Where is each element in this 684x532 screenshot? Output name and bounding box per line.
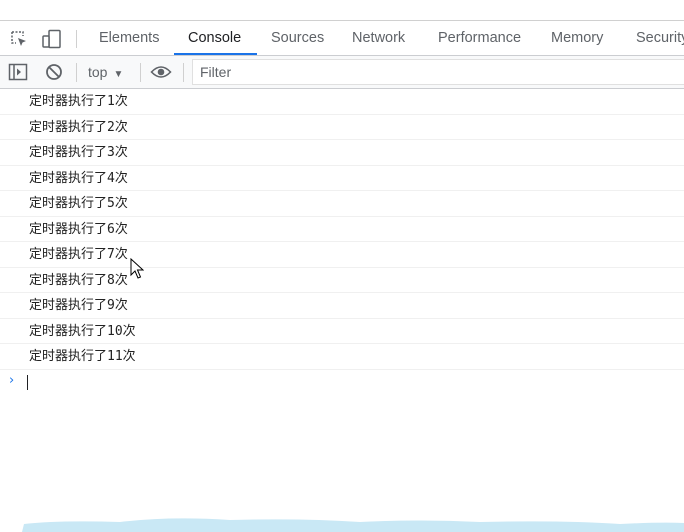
console-message-text: 定时器执行了3次 [29,145,128,160]
console-message-text: 定时器执行了11次 [29,349,136,364]
tab-performance[interactable]: Performance [438,21,521,56]
tab-console[interactable]: Console [188,21,241,56]
clear-console-icon[interactable] [43,62,65,82]
text-caret [27,375,28,390]
filter-input[interactable] [192,59,684,85]
devtools-tab-bar: Elements Console Sources Network Perform… [0,20,684,56]
tab-memory[interactable]: Memory [551,21,603,56]
mouse-pointer-icon [130,258,144,279]
tab-elements[interactable]: Elements [99,21,159,56]
console-message: 定时器执行了6次 [0,217,684,242]
console-message: 定时器执行了3次 [0,140,684,166]
prompt-chevron-icon: › [9,373,15,388]
console-message: 定时器执行了11次 [0,344,684,370]
decorative-wave [22,518,684,532]
tab-security[interactable]: Security [636,21,684,56]
show-sidebar-icon[interactable] [7,62,29,82]
console-message: 定时器执行了4次 [0,166,684,191]
console-message-text: 定时器执行了1次 [29,94,128,109]
console-message: 定时器执行了5次 [0,191,684,217]
console-message: 定时器执行了9次 [0,293,684,319]
live-expression-icon[interactable] [150,62,172,82]
console-message: 定时器执行了10次 [0,319,684,344]
context-label: top [88,64,108,80]
console-message-text: 定时器执行了5次 [29,196,128,211]
tab-bar-divider [76,30,77,48]
console-message: 定时器执行了7次 [0,242,684,268]
console-message-text: 定时器执行了8次 [29,272,128,288]
console-message: 定时器执行了8次 [0,268,684,293]
toolbar-divider [76,63,77,82]
console-message: 定时器执行了1次 [0,89,684,115]
device-toolbar-icon[interactable] [41,29,63,49]
console-message: 定时器执行了2次 [0,115,684,140]
context-selector[interactable]: top ▼ [88,56,123,88]
inspect-element-icon[interactable] [8,29,30,49]
toolbar-divider [183,63,184,82]
dropdown-arrow-icon: ▼ [113,69,124,80]
tab-network[interactable]: Network [352,21,405,56]
console-message-text: 定时器执行了10次 [29,323,136,339]
active-tab-indicator [174,53,257,55]
window-top-area [0,0,684,20]
console-message-text: 定时器执行了6次 [29,221,128,237]
console-message-text: 定时器执行了9次 [29,298,128,313]
console-prompt[interactable]: › [0,370,684,392]
console-message-text: 定时器执行了7次 [29,247,128,262]
console-output: 定时器执行了1次 定时器执行了2次 定时器执行了3次 定时器执行了4次 定时器执… [0,89,684,532]
console-toolbar: top ▼ [0,56,684,89]
tab-sources[interactable]: Sources [271,21,324,56]
toolbar-divider [140,63,141,82]
console-message-text: 定时器执行了2次 [29,119,128,135]
console-message-text: 定时器执行了4次 [29,170,128,186]
